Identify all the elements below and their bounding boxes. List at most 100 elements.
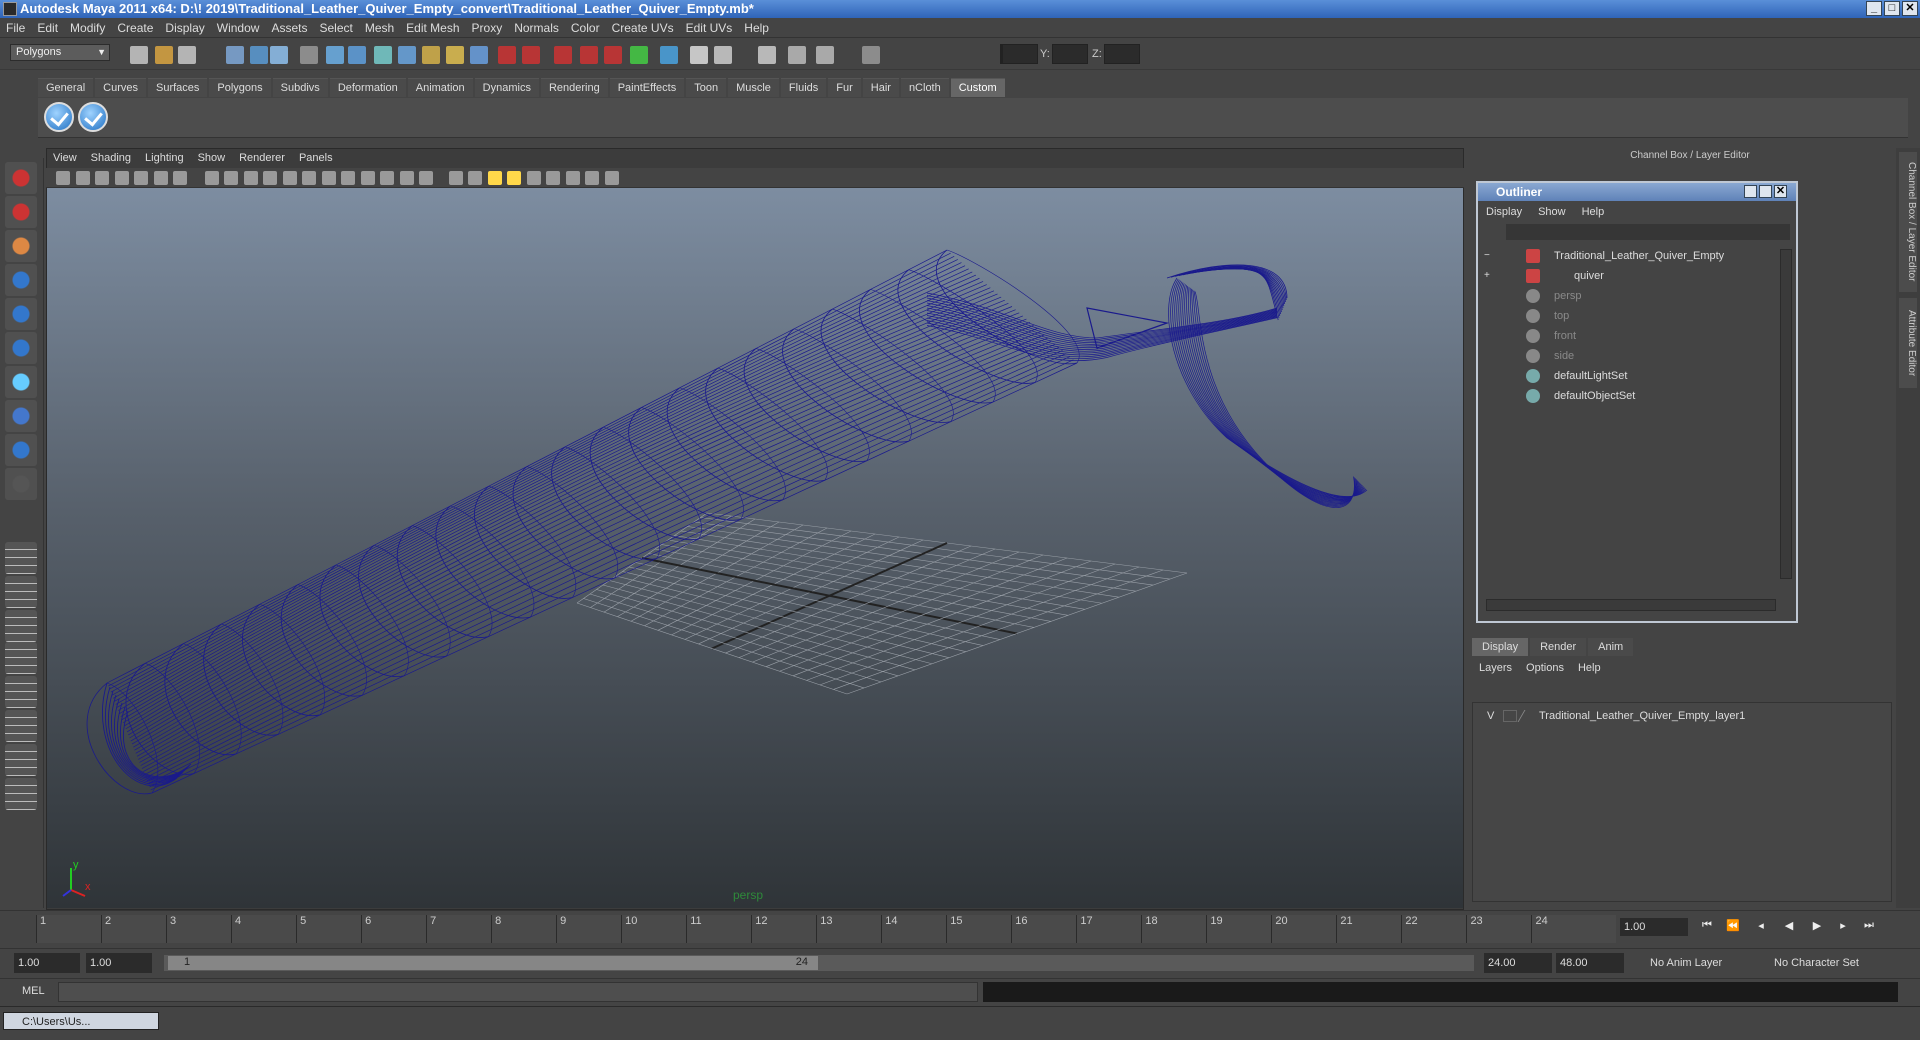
status-tool-icon-25[interactable] bbox=[788, 46, 806, 64]
character-set-select[interactable]: No Character Set bbox=[1770, 953, 1880, 973]
layer-tab-render[interactable]: Render bbox=[1530, 638, 1587, 656]
menu-select[interactable]: Select bbox=[313, 18, 358, 38]
layer-type-toggle[interactable] bbox=[1503, 710, 1517, 722]
status-tool-icon-27[interactable] bbox=[862, 46, 880, 64]
layout-outliner-icon[interactable] bbox=[5, 710, 37, 742]
status-tool-icon-13[interactable] bbox=[446, 46, 464, 64]
outliner-vertical-scrollbar[interactable] bbox=[1780, 249, 1792, 579]
status-tool-icon-26[interactable] bbox=[816, 46, 834, 64]
menu-file[interactable]: File bbox=[0, 18, 31, 38]
viewport-menu-lighting[interactable]: Lighting bbox=[138, 148, 191, 168]
outliner-item-side[interactable]: side bbox=[1478, 347, 1768, 365]
minimized-window-item[interactable]: C:\Users\Us... bbox=[3, 1012, 159, 1030]
soft-mod-icon[interactable] bbox=[5, 400, 37, 432]
menu-create-uvs[interactable]: Create UVs bbox=[606, 18, 680, 38]
viewport-toolbar-icon-17[interactable] bbox=[380, 171, 394, 185]
status-tool-icon-18[interactable] bbox=[580, 46, 598, 64]
layout-four-icon[interactable] bbox=[5, 576, 37, 608]
custom-shelf-check-icon-2[interactable] bbox=[78, 102, 108, 132]
status-tool-icon-22[interactable] bbox=[690, 46, 708, 64]
minimize-button[interactable]: _ bbox=[1866, 1, 1882, 16]
layer-color-swatch[interactable] bbox=[1517, 710, 1537, 722]
outliner-item-defaultlightset[interactable]: defaultLightSet bbox=[1478, 367, 1768, 385]
range-slider[interactable]: 1 24 bbox=[164, 955, 1474, 971]
viewport-toolbar-icon-21[interactable] bbox=[468, 171, 482, 185]
viewport-toolbar-icon-10[interactable] bbox=[243, 171, 258, 185]
maximize-button[interactable]: □ bbox=[1884, 1, 1900, 16]
play-backward-icon[interactable]: ◀ bbox=[1780, 919, 1798, 935]
viewport-toolbar-icon-4[interactable] bbox=[114, 171, 129, 185]
layer-row[interactable]: V Traditional_Leather_Quiver_Empty_layer… bbox=[1473, 707, 1891, 725]
shelf-tab-hair[interactable]: Hair bbox=[862, 78, 899, 97]
viewport-toolbar-icon-15[interactable] bbox=[341, 171, 355, 185]
status-tool-icon-24[interactable] bbox=[758, 46, 776, 64]
outliner-minimize-button[interactable] bbox=[1744, 185, 1757, 198]
status-tool-icon-1[interactable] bbox=[130, 46, 148, 64]
viewport-toolbar-icon-27[interactable] bbox=[585, 171, 599, 185]
shelf-tab-fluids[interactable]: Fluids bbox=[780, 78, 827, 97]
viewport-menu-show[interactable]: Show bbox=[191, 148, 233, 168]
menu-normals[interactable]: Normals bbox=[508, 18, 565, 38]
status-tool-icon-16[interactable] bbox=[522, 46, 540, 64]
viewport-toolbar-icon-2[interactable] bbox=[75, 171, 90, 185]
playback-end-field[interactable]: 24.00 bbox=[1484, 953, 1552, 973]
shelf-tab-fur[interactable]: Fur bbox=[828, 78, 861, 97]
status-tool-icon-21[interactable] bbox=[660, 46, 678, 64]
shelf-tab-toon[interactable]: Toon bbox=[686, 78, 727, 97]
outliner-menu-display[interactable]: Display bbox=[1478, 203, 1530, 221]
show-manip-icon[interactable] bbox=[5, 434, 37, 466]
viewport-toolbar-icon-7[interactable] bbox=[173, 171, 187, 185]
layer-menu-layers[interactable]: Layers bbox=[1472, 658, 1519, 678]
shelf-tab-muscle[interactable]: Muscle bbox=[728, 78, 779, 97]
viewport-toolbar-icon-18[interactable] bbox=[399, 171, 414, 185]
rotate-tool-icon[interactable] bbox=[5, 298, 37, 330]
outliner-item-persp[interactable]: persp bbox=[1478, 287, 1768, 305]
z-input[interactable] bbox=[1104, 44, 1140, 64]
viewport-toolbar-icon-3[interactable] bbox=[95, 171, 109, 185]
animation-end-field[interactable]: 48.00 bbox=[1556, 953, 1624, 973]
close-button[interactable]: ✕ bbox=[1902, 1, 1918, 16]
layout-single-icon[interactable] bbox=[5, 542, 37, 574]
status-tool-icon-3[interactable] bbox=[178, 46, 196, 64]
viewport-toolbar-icon-24[interactable] bbox=[526, 171, 541, 185]
outliner-item-defaultobjectset[interactable]: defaultObjectSet bbox=[1478, 387, 1768, 405]
playback-start-field[interactable]: 1.00 bbox=[86, 953, 152, 973]
attribute-editor-vertical-tab[interactable]: Attribute Editor bbox=[1899, 298, 1917, 388]
x-input[interactable] bbox=[1002, 44, 1038, 64]
manipulator-icon[interactable] bbox=[5, 366, 37, 398]
viewport-toolbar-icon-13[interactable] bbox=[302, 171, 316, 185]
status-tool-icon-14[interactable] bbox=[470, 46, 488, 64]
shelf-tab-animation[interactable]: Animation bbox=[407, 78, 473, 97]
viewport-toolbar-icon-5[interactable] bbox=[134, 171, 148, 185]
menu-edit[interactable]: Edit bbox=[31, 18, 64, 38]
status-tool-icon-8[interactable] bbox=[326, 46, 344, 64]
scale-tool-icon[interactable] bbox=[5, 332, 37, 364]
anim-layer-select[interactable]: No Anim Layer bbox=[1646, 953, 1754, 973]
status-tool-icon-20[interactable] bbox=[630, 46, 648, 64]
status-tool-icon-6[interactable] bbox=[270, 46, 288, 64]
status-tool-icon-15[interactable] bbox=[498, 46, 516, 64]
status-tool-icon-19[interactable] bbox=[604, 46, 622, 64]
outliner-menu-help[interactable]: Help bbox=[1574, 203, 1613, 221]
last-tool-icon[interactable] bbox=[5, 468, 37, 500]
menu-create[interactable]: Create bbox=[111, 18, 159, 38]
viewport-toolbar-icon-12[interactable] bbox=[282, 171, 297, 185]
status-tool-icon-7[interactable] bbox=[300, 46, 318, 64]
command-input[interactable] bbox=[58, 982, 978, 1002]
menu-proxy[interactable]: Proxy bbox=[466, 18, 509, 38]
shelf-tab-subdivs[interactable]: Subdivs bbox=[272, 78, 328, 97]
menu-mesh[interactable]: Mesh bbox=[359, 18, 400, 38]
shelf-tab-deformation[interactable]: Deformation bbox=[329, 78, 406, 97]
viewport-toolbar-icon-22[interactable] bbox=[487, 171, 502, 185]
channelbox-vertical-tab[interactable]: Channel Box / Layer Editor bbox=[1899, 152, 1917, 292]
viewport-toolbar-icon-20[interactable] bbox=[448, 171, 463, 185]
shelf-tab-polygons[interactable]: Polygons bbox=[209, 78, 271, 97]
viewport-toolbar-icon-19[interactable] bbox=[419, 171, 433, 185]
viewport-toolbar-icon-26[interactable] bbox=[565, 171, 580, 185]
viewport-toolbar-icon-9[interactable] bbox=[224, 171, 238, 185]
step-back-key-icon[interactable]: ⏪ bbox=[1724, 919, 1742, 935]
viewport-toolbar-icon-8[interactable] bbox=[204, 171, 219, 185]
layer-menu-help[interactable]: Help bbox=[1571, 658, 1608, 678]
status-tool-icon-2[interactable] bbox=[155, 46, 173, 64]
shelf-tab-custom[interactable]: Custom bbox=[950, 78, 1005, 97]
